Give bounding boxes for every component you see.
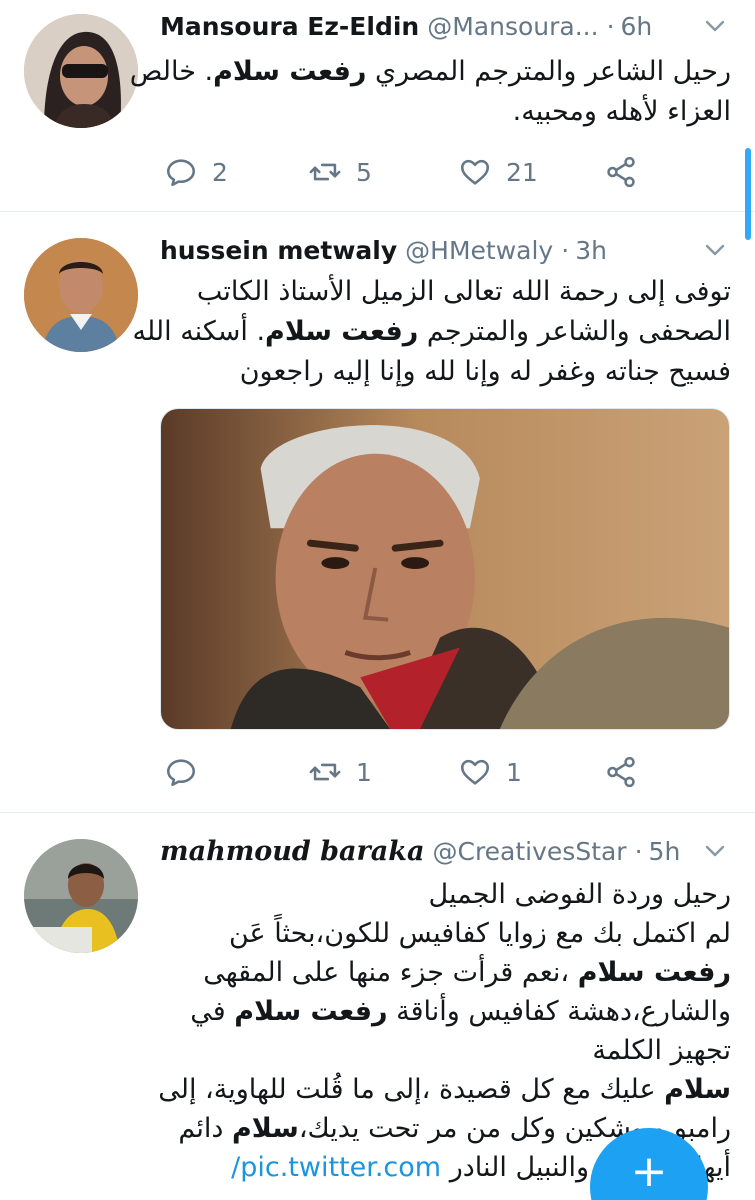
author-handle[interactable]: @Mansoura...	[427, 12, 598, 41]
tweet-header: hussein metwaly @HMetwaly · 3h	[160, 230, 727, 270]
tweet-text: رحيل الشاعر والمترجم المصري رفعت سلام. خ…	[129, 52, 731, 132]
retweet-icon	[309, 163, 341, 181]
tweet-text-line: فسيح جناته وغفر له وإنا لله وإنا إليه را…	[239, 356, 731, 387]
tweet-text-line: الصحفى والشاعر والمترجم رفعت سلام. أسكنه…	[132, 316, 731, 347]
tweet-actions: 1 1	[160, 750, 660, 794]
tweet-text-line: والشارع،دهشة كفافيس وأناقة رفعت سلام في	[190, 996, 731, 1027]
author-handle[interactable]: @HMetwaly	[405, 236, 553, 265]
author-name[interactable]: mahmoud baraka	[160, 836, 424, 867]
author-name[interactable]: Mansoura Ez-Eldin	[160, 12, 419, 41]
share-icon	[607, 156, 635, 188]
chevron-down-icon[interactable]	[703, 14, 727, 38]
tweet-text: توفى إلى رحمة الله تعالى الزميل الأستاذ …	[132, 272, 731, 392]
like-count: 1	[506, 757, 522, 787]
heart-icon	[460, 759, 490, 785]
tweet-header: Mansoura Ez-Eldin @Mansoura... · 6h	[160, 6, 727, 46]
chevron-down-icon[interactable]	[703, 238, 727, 262]
compose-plus-icon: +	[630, 1146, 668, 1197]
retweet-button[interactable]: 5	[308, 150, 372, 194]
chevron-down-icon[interactable]	[703, 839, 727, 863]
photo-image	[161, 409, 729, 729]
timestamp[interactable]: 3h	[575, 236, 607, 265]
photo-link[interactable]: pic.twitter.com/	[231, 1152, 441, 1183]
author-handle[interactable]: @CreativesStar	[432, 837, 626, 866]
tweet[interactable]: Mansoura Ez-Eldin @Mansoura... · 6h رحيل…	[0, 0, 755, 212]
tweet-text-line: سلام عليك مع كل قصيدة ،إلى ما قُلت للهاو…	[158, 1074, 731, 1105]
like-button[interactable]: 1	[458, 750, 522, 794]
avatar[interactable]	[24, 238, 138, 352]
tweet-text-line: رفعت سلام ،نعم قرأت جزء منها على المقهى	[203, 957, 731, 988]
tweet-text-line: توفى إلى رحمة الله تعالى الزميل الأستاذ …	[196, 276, 731, 307]
tweet-header: mahmoud baraka @CreativesStar · 5h	[160, 831, 727, 871]
timestamp[interactable]: 5h	[649, 837, 681, 866]
tweet-text-line: رحيل الشاعر والمترجم المصري رفعت سلام. خ…	[129, 56, 731, 87]
retweet-count: 1	[356, 757, 372, 787]
scrollbar[interactable]	[745, 148, 751, 240]
tweet[interactable]: hussein metwaly @HMetwaly · 3h توفى إلى …	[0, 212, 755, 813]
avatar-photo	[24, 14, 138, 128]
reply-icon	[166, 759, 196, 787]
separator-dot: ·	[634, 836, 643, 866]
like-count: 21	[506, 157, 538, 187]
avatar[interactable]	[24, 14, 138, 128]
tweet-text-line: العزاء لأهله ومحبيه.	[512, 96, 731, 127]
tweet-text-line: رحيل وردة الفوضى الجميل	[428, 879, 731, 910]
heart-icon	[460, 159, 490, 185]
separator-dot: ·	[606, 11, 615, 41]
separator-dot: ·	[561, 235, 570, 265]
tweet-actions: 2 5 21	[160, 150, 660, 194]
avatar-photo	[24, 238, 138, 352]
reply-count: 2	[212, 157, 228, 187]
share-button[interactable]	[604, 750, 638, 794]
retweet-button[interactable]: 1	[308, 750, 372, 794]
tweet-photo[interactable]	[160, 408, 730, 730]
retweet-count: 5	[356, 157, 372, 187]
share-button[interactable]	[604, 150, 638, 194]
avatar[interactable]	[24, 839, 138, 953]
reply-icon	[166, 159, 196, 187]
tweet-text-line: تجهيز الكلمة	[592, 1035, 731, 1066]
tweet-text-line: لم اكتمل بك مع زوايا كفافيس للكون،بحثاً …	[228, 918, 731, 949]
avatar-photo	[24, 839, 138, 953]
timestamp[interactable]: 6h	[621, 12, 653, 41]
share-icon	[607, 756, 635, 788]
reply-button[interactable]	[164, 750, 212, 794]
like-button[interactable]: 21	[458, 150, 538, 194]
reply-button[interactable]: 2	[164, 150, 228, 194]
author-name[interactable]: hussein metwaly	[160, 236, 397, 265]
retweet-icon	[309, 763, 341, 781]
